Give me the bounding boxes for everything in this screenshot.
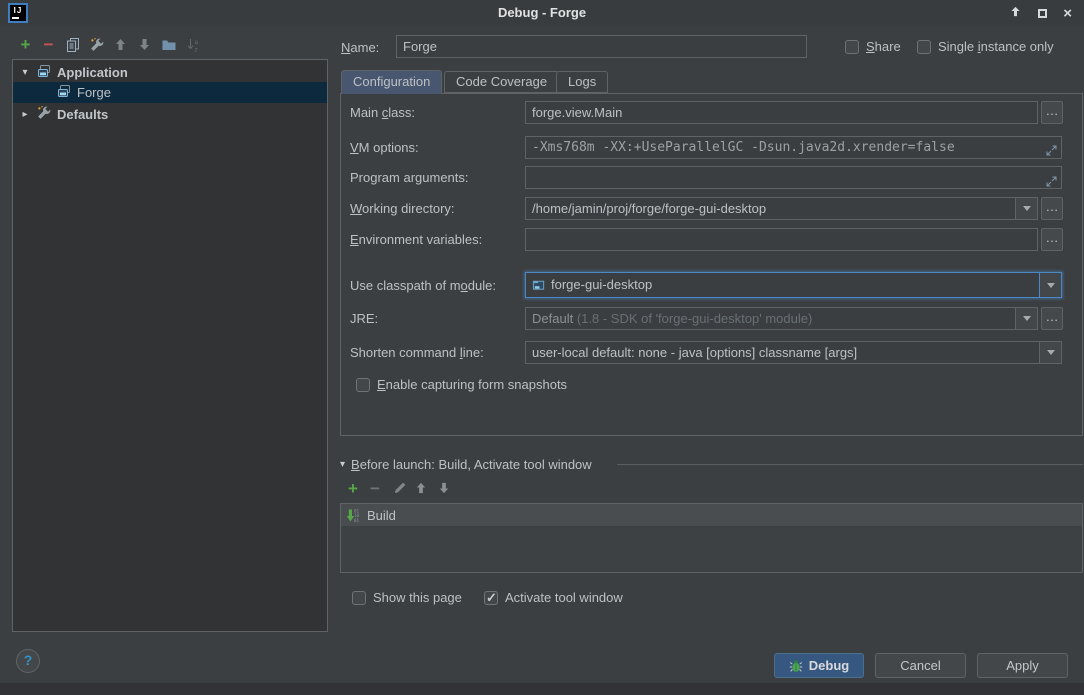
before-launch-header[interactable]: ▾ Before launch: Build, Activate tool wi… [340, 457, 592, 472]
tree-item-application[interactable]: ▾ Application [13, 62, 327, 83]
bug-icon [789, 659, 803, 673]
vm-options-label: VM options: [350, 140, 419, 155]
build-icon: 01 10 01 [346, 508, 361, 523]
environment-variables-input[interactable] [525, 228, 1038, 251]
share-label[interactable]: Share [866, 39, 901, 54]
svg-text:z: z [194, 47, 197, 54]
name-input[interactable]: Forge [396, 35, 807, 58]
add-task-icon[interactable]: + [345, 481, 361, 497]
dropdown-arrow-icon[interactable] [1039, 273, 1061, 297]
activate-tool-window-checkbox[interactable] [484, 591, 498, 605]
task-row-build[interactable]: 01 10 01 Build [341, 504, 1082, 526]
move-task-up-icon[interactable] [413, 481, 429, 497]
sort-alphabetically-icon[interactable]: az [185, 37, 202, 54]
share-checkbox-group: Share [845, 39, 901, 54]
single-instance-checkbox-group: Single instance only [917, 39, 1054, 54]
module-icon [532, 278, 546, 292]
copy-configuration-icon[interactable] [64, 37, 81, 54]
tab-logs[interactable]: Logs [556, 71, 608, 93]
shorten-command-line-combobox[interactable]: user-local default: none - java [options… [525, 341, 1062, 364]
tree-item-label: Application [57, 65, 128, 80]
before-launch-task-list: 01 10 01 Build [340, 503, 1083, 573]
main-class-browse-button[interactable]: … [1041, 101, 1063, 124]
edit-defaults-icon[interactable] [88, 37, 105, 54]
show-this-page-label[interactable]: Show this page [373, 590, 462, 605]
before-launch-title: Before launch: Build, Activate tool wind… [351, 457, 592, 472]
window-bottom-edge [0, 683, 1084, 695]
single-instance-label[interactable]: Single instance only [938, 39, 1054, 54]
working-directory-label: Working directory: [350, 201, 455, 216]
task-label: Build [367, 508, 396, 523]
dropdown-arrow-icon[interactable] [1015, 308, 1037, 329]
titlebar: IJ Debug - Forge × [0, 0, 1084, 26]
collapse-triangle-icon[interactable]: ▾ [340, 459, 345, 470]
add-configuration-icon[interactable]: + [17, 37, 34, 54]
single-instance-checkbox[interactable] [917, 40, 931, 54]
application-type-icon [36, 63, 52, 82]
remove-configuration-icon[interactable]: − [40, 37, 57, 54]
program-arguments-label: Program arguments: [350, 170, 469, 185]
tree-item-forge[interactable]: Forge [13, 82, 327, 103]
enable-snapshots-checkbox[interactable] [356, 378, 370, 392]
shorten-command-line-label: Shorten command line: [350, 345, 484, 360]
configurations-tree: ▾ Application Forge ▸ Defaults [12, 59, 328, 632]
environment-variables-browse-button[interactable]: … [1041, 228, 1063, 251]
remove-task-icon[interactable]: − [367, 481, 383, 497]
close-icon[interactable]: × [1063, 6, 1072, 21]
expand-editor-icon[interactable] [1046, 172, 1057, 189]
folder-icon[interactable] [160, 37, 177, 54]
activate-tool-window-label[interactable]: Activate tool window [505, 590, 623, 605]
environment-variables-label: Environment variables: [350, 232, 482, 247]
program-arguments-input[interactable] [525, 166, 1062, 189]
maximize-icon[interactable] [1038, 9, 1047, 18]
debug-button[interactable]: Debug [774, 653, 864, 678]
activate-tool-window-checkbox-group: Activate tool window [484, 590, 623, 605]
tab-configuration[interactable]: Configuration [341, 70, 442, 94]
window-title: Debug - Forge [0, 5, 1084, 20]
before-launch-divider [617, 464, 1083, 465]
application-type-icon [56, 83, 72, 102]
show-this-page-checkbox[interactable] [352, 591, 366, 605]
tree-item-label: Forge [77, 85, 111, 100]
cancel-button[interactable]: Cancel [875, 653, 966, 678]
apply-button[interactable]: Apply [977, 653, 1068, 678]
name-label: Name: [341, 40, 379, 55]
working-directory-combobox[interactable]: /home/jamin/proj/forge/forge-gui-desktop [525, 197, 1038, 220]
svg-text:01: 01 [354, 517, 360, 522]
use-classpath-combobox[interactable]: forge-gui-desktop [525, 272, 1062, 298]
defaults-icon [36, 105, 52, 124]
jre-combobox[interactable]: Default (1.8 - SDK of 'forge-gui-desktop… [525, 307, 1038, 330]
tree-item-label: Defaults [57, 107, 108, 122]
use-classpath-label: Use classpath of module: [350, 278, 496, 293]
expand-editor-icon[interactable] [1046, 142, 1057, 159]
move-task-down-icon[interactable] [436, 481, 452, 497]
run-debug-configurations-dialog: IJ Debug - Forge × + − az ▾ [0, 0, 1084, 695]
dropdown-arrow-icon[interactable] [1039, 342, 1061, 363]
help-button[interactable]: ? [16, 649, 40, 673]
collapsed-triangle-icon[interactable]: ▸ [19, 109, 31, 120]
vm-options-input[interactable]: -Xms768m -XX:+UseParallelGC -Dsun.java2d… [525, 136, 1062, 159]
enable-snapshots-label[interactable]: Enable capturing form snapshots [377, 377, 567, 392]
edit-task-icon[interactable] [392, 481, 408, 497]
jre-label: JRE: [350, 311, 378, 326]
move-down-icon[interactable] [136, 37, 153, 54]
tab-code-coverage[interactable]: Code Coverage [444, 71, 559, 93]
enable-snapshots-checkbox-group: Enable capturing form snapshots [356, 377, 567, 392]
move-up-icon[interactable] [112, 37, 129, 54]
jre-browse-button[interactable]: … [1041, 307, 1063, 330]
main-class-input[interactable]: forge.view.Main [525, 101, 1038, 124]
working-directory-browse-button[interactable]: … [1041, 197, 1063, 220]
tree-item-defaults[interactable]: ▸ Defaults [13, 104, 327, 125]
dropdown-arrow-icon[interactable] [1015, 198, 1037, 219]
svg-text:a: a [194, 39, 198, 46]
share-checkbox[interactable] [845, 40, 859, 54]
rollup-icon[interactable] [1009, 5, 1022, 21]
main-class-label: Main class: [350, 105, 415, 120]
show-this-page-checkbox-group: Show this page [352, 590, 462, 605]
expanded-triangle-icon[interactable]: ▾ [19, 67, 31, 78]
